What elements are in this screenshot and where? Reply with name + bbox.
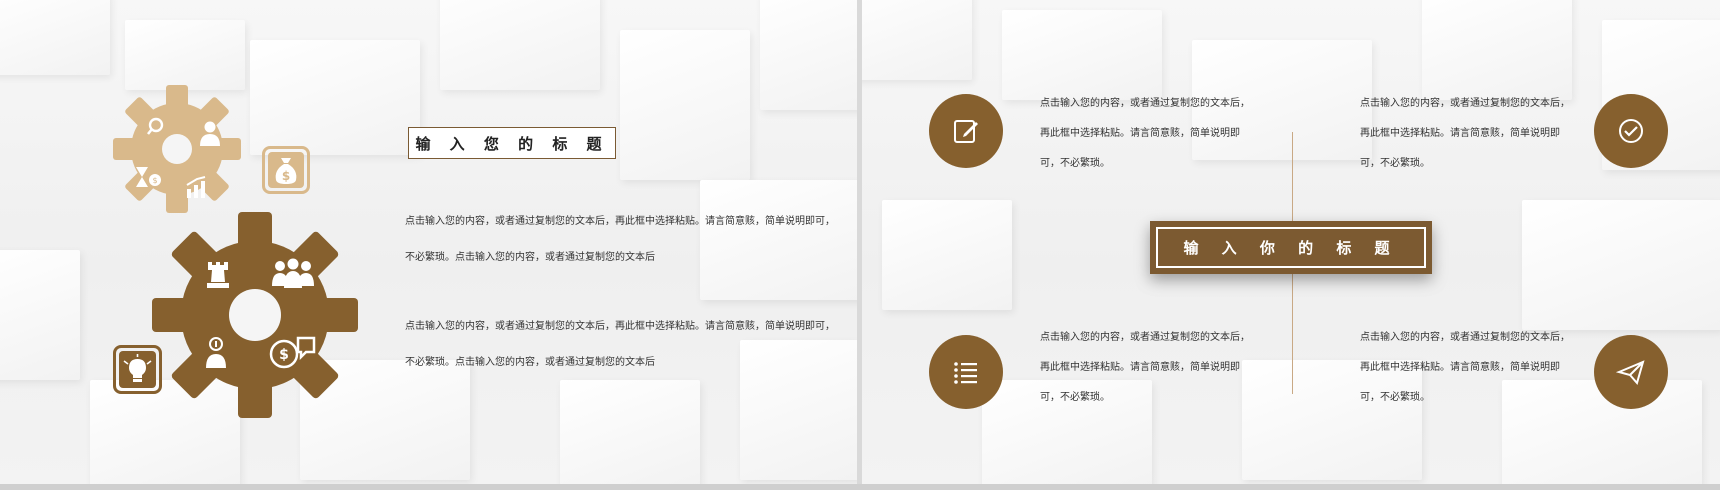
bg-tile — [620, 30, 750, 180]
edit-circle — [929, 94, 1003, 168]
block-line: 再此框中选择粘贴。请言简意赅，简单说明即 — [1040, 128, 1240, 139]
block-bottom-right: 点击输入您的内容，或者通过复制您的文本后， 再此框中选择粘贴。请言简意赅，简单说… — [1360, 323, 1570, 413]
bg-tile — [862, 0, 972, 80]
bg-tile — [440, 0, 600, 90]
list-circle — [929, 335, 1003, 409]
hourglass-icon: $ — [136, 167, 161, 187]
left-paragraph-1: 点击输入您的内容，或者通过复制您的文本后，再此框中选择粘贴。请言简意赅，简单说明… — [405, 204, 835, 276]
lightbulb-badge — [113, 345, 162, 394]
block-top-right: 点击输入您的内容，或者通过复制您的文本后， 再此框中选择粘贴。请言简意赅，简单说… — [1360, 89, 1570, 179]
block-line: 可，不必繁琐。 — [1360, 392, 1430, 403]
lightbulb-icon — [119, 351, 156, 388]
block-line: 可，不必繁琐。 — [1040, 392, 1110, 403]
money-bag-icon: $ — [268, 152, 304, 188]
send-circle — [1594, 335, 1668, 409]
left-slide: $ $ $ 输 入 您 的 标 题 点击输入您的内容，或者通过复制您的文本后，再… — [0, 0, 857, 484]
growth-chart-icon — [186, 176, 206, 198]
search-icon — [146, 117, 164, 135]
block-line: 再此框中选择粘贴。请言简意赅，简单说明即 — [1360, 128, 1560, 139]
center-title-box: 输 入 你 的 标 题 — [1150, 221, 1432, 274]
bg-tile — [882, 200, 1012, 310]
team-icon — [272, 258, 314, 288]
block-line: 可，不必繁琐。 — [1040, 158, 1110, 169]
svg-text:$: $ — [279, 347, 289, 363]
block-line: 点击输入您的内容，或者通过复制您的文本后， — [1360, 332, 1570, 343]
block-line: 可，不必繁琐。 — [1360, 158, 1430, 169]
bg-tile — [560, 380, 700, 484]
bg-tile — [250, 40, 420, 155]
block-line: 点击输入您的内容，或者通过复制您的文本后， — [1040, 98, 1250, 109]
block-line: 再此框中选择粘贴。请言简意赅，简单说明即 — [1040, 362, 1240, 373]
user-icon — [200, 121, 220, 146]
paragraph-line: 点击输入您的内容，或者通过复制您的文本后，再此框中选择粘贴。请言简意赅，简单说明… — [405, 216, 835, 227]
svg-text:$: $ — [152, 176, 157, 185]
check-icon — [1619, 119, 1643, 143]
block-line: 点击输入您的内容，或者通过复制您的文本后， — [1360, 98, 1570, 109]
bg-tile — [0, 250, 80, 380]
large-gear-icon — [152, 212, 358, 418]
bg-tile — [0, 0, 110, 75]
left-paragraph-2: 点击输入您的内容，或者通过复制您的文本后，再此框中选择粘贴。请言简意赅，简单说明… — [405, 309, 835, 381]
money-chat-icon: $ — [269, 336, 316, 369]
bg-tile — [125, 20, 245, 90]
bottom-strip — [0, 484, 1720, 490]
send-icon — [1616, 360, 1645, 386]
edit-icon — [954, 120, 978, 143]
money-bag-badge: $ — [262, 146, 310, 194]
left-title-box: 输 入 您 的 标 题 — [408, 127, 616, 159]
slide-canvas: $ $ $ 输 入 您 的 标 题 点击输入您的内容，或者通过复制您的文本后，再… — [0, 0, 1720, 490]
bg-tile — [1002, 10, 1162, 100]
idea-person-icon — [206, 337, 226, 368]
small-gear-icon — [113, 85, 241, 213]
block-line: 点击输入您的内容，或者通过复制您的文本后， — [1040, 332, 1250, 343]
left-title: 输 入 您 的 标 题 — [415, 134, 609, 153]
paragraph-line: 不必繁琐。点击输入您的内容，或者通过复制您的文本后 — [405, 357, 655, 368]
right-title: 输 入 你 的 标 题 — [1183, 239, 1399, 257]
block-line: 再此框中选择粘贴。请言简意赅，简单说明即 — [1360, 362, 1560, 373]
svg-text:$: $ — [282, 169, 290, 183]
paragraph-line: 点击输入您的内容，或者通过复制您的文本后，再此框中选择粘贴。请言简意赅，简单说明… — [405, 321, 835, 332]
paragraph-line: 不必繁琐。点击输入您的内容，或者通过复制您的文本后 — [405, 252, 655, 263]
chess-rook-icon — [207, 262, 229, 288]
block-top-left: 点击输入您的内容，或者通过复制您的文本后， 再此框中选择粘贴。请言简意赅，简单说… — [1040, 89, 1250, 179]
bg-tile — [760, 0, 857, 110]
bg-tile — [1522, 200, 1720, 330]
list-icon — [954, 362, 977, 384]
bg-tile — [1422, 0, 1572, 100]
center-title-frame: 输 入 你 的 标 题 — [1156, 227, 1426, 268]
check-circle — [1594, 94, 1668, 168]
block-bottom-left: 点击输入您的内容，或者通过复制您的文本后， 再此框中选择粘贴。请言简意赅，简单说… — [1040, 323, 1250, 413]
